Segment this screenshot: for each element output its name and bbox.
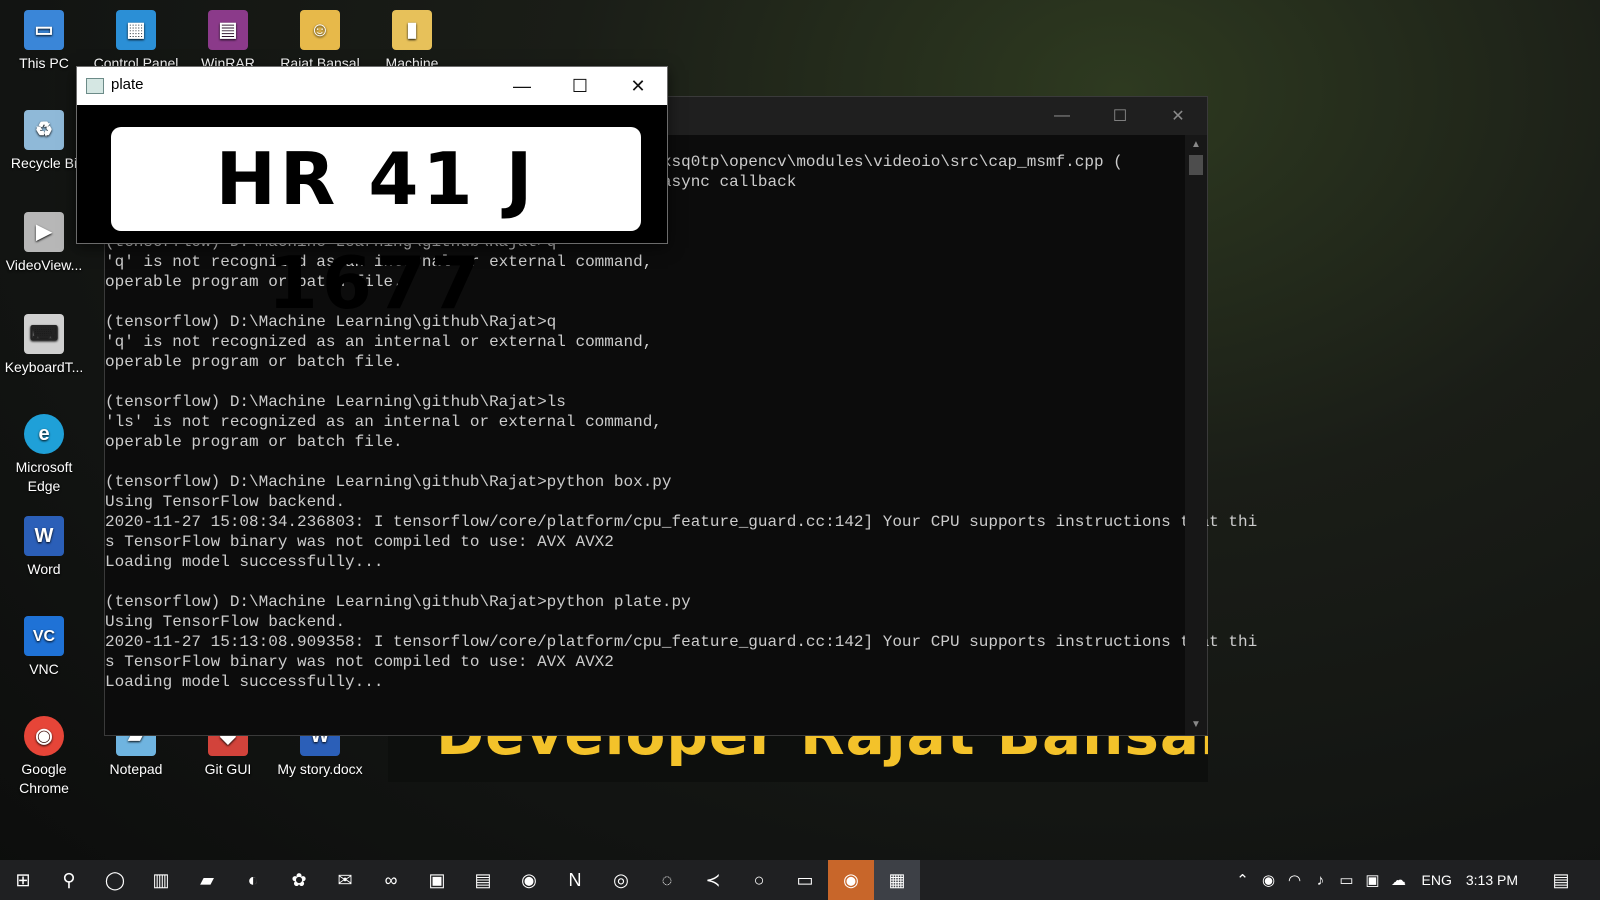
search-icon[interactable]: ⚲ [46,860,92,900]
system-tray: ⌃ ◉ ◠ ♪ ▭ ▣ ☁ ENG 3:13 PM ▤ [1230,860,1600,900]
onenote-icon[interactable]: N [552,860,598,900]
console-scrollbar[interactable]: ▲ ▼ [1185,135,1207,735]
task-view-icon[interactable]: ▥ [138,860,184,900]
video-viewer-icon: ▶ [24,212,64,252]
desktop-icon-winrar[interactable]: ▤ WinRAR [184,10,272,73]
plate-titlebar[interactable]: plate — ☐ ✕ [77,67,667,105]
vscode-icon[interactable]: ≺ [690,860,736,900]
plate-window[interactable]: plate — ☐ ✕ HR 41 J 1677 [76,66,668,325]
clock[interactable]: 3:13 PM [1466,872,1518,888]
desktop-icon-label: VideoView... [5,257,83,273]
desktop-icon-label: Google Chrome [19,761,69,796]
plate-maximize-button[interactable]: ☐ [551,67,609,105]
desktop-icon-label: Notepad [109,761,163,777]
start-icon[interactable]: ⊞ [0,860,46,900]
obs-icon[interactable]: ◎ [598,860,644,900]
notifications-icon[interactable]: ▤ [1548,870,1574,891]
wifi-icon[interactable]: ◠ [1282,871,1308,889]
plate-minimize-button[interactable]: — [493,67,551,105]
user-folder-icon: ☺ [300,10,340,50]
scroll-thumb[interactable] [1189,155,1203,175]
chevron-up-icon[interactable]: ⌃ [1230,871,1256,889]
paint-icon[interactable]: ✿ [276,860,322,900]
desktop-icon-recycle-bin[interactable]: ♻ Recycle Bi [0,110,88,173]
desktop-icon-keyboard[interactable]: ⌨ KeyboardT... [0,314,88,377]
desktop-icon-machine[interactable]: ▮ Machine [368,10,456,73]
wallpaper-banner: Developer Rajat Bansal [388,730,1208,782]
vnc-icon: VC [24,616,64,656]
onedrive-icon[interactable]: ☁ [1386,871,1412,889]
control-panel-icon: ▦ [116,10,156,50]
edge-icon[interactable]: ◐ [230,860,276,900]
desktop-icon-chrome[interactable]: ◉ Google Chrome [0,716,88,798]
notepad-icon[interactable]: ▰ [184,860,230,900]
desktop-icon-rajat-bansal[interactable]: ☺ Rajat Bansal [276,10,364,73]
recycle-bin-icon: ♻ [24,110,64,150]
battery-icon[interactable]: ▭ [1334,871,1360,889]
recorder-tray-icon[interactable]: ◉ [1256,871,1282,889]
desktop-icon-label: Word [27,561,61,577]
desktop-icon-label: My story.docx [277,761,363,777]
desktop-icon-this-pc[interactable]: ▭ This PC [0,10,88,73]
winrar-icon: ▤ [208,10,248,50]
cortana-icon[interactable]: ◯ [92,860,138,900]
desktop-icon-label: This PC [19,55,69,71]
this-pc-icon: ▭ [24,10,64,50]
word-icon: W [24,516,64,556]
display-icon[interactable]: ▣ [1360,871,1386,889]
console-icon[interactable]: ▭ [782,860,828,900]
scroll-down-icon[interactable]: ▼ [1185,715,1207,735]
loader-icon[interactable]: ◌ [644,860,690,900]
plate-window-icon[interactable]: ▦ [874,860,920,900]
mail-icon[interactable]: ✉ [322,860,368,900]
desktop-icon-label: Microsoft Edge [15,459,73,494]
desktop-icon-label: Recycle Bi [10,155,78,171]
maximize-button[interactable]: ☐ [1091,97,1149,135]
desktop-icon-videoviewer[interactable]: ▶ VideoView... [0,212,88,275]
desktop-icon-label: Git GUI [204,761,252,777]
plate-window-title: plate [111,76,144,93]
arduino-icon[interactable]: ∞ [368,860,414,900]
desktop-icon-label: KeyboardT... [4,359,84,375]
plate-image: HR 41 J 1677 [77,105,667,325]
circle-app-icon[interactable]: ○ [736,860,782,900]
plate-close-button[interactable]: ✕ [609,67,667,105]
recorder-icon[interactable]: ◉ [828,860,874,900]
plate-text: HR 41 J 1677 [215,137,537,325]
scroll-up-icon[interactable]: ▲ [1185,135,1207,155]
chrome-icon: ◉ [24,716,64,756]
desktop-icon-word[interactable]: W Word [0,516,88,579]
language-indicator[interactable]: ENG [1422,872,1452,888]
volume-icon[interactable]: ♪ [1308,872,1334,889]
plate-window-icon [86,78,104,94]
close-button[interactable]: ✕ [1149,97,1207,135]
desktop: ▭ This PC ▦ Control Panel ▤ WinRAR ☺ Raj… [0,0,1600,860]
taskbar-items: ⊞ ⚲ ◯ ▥ ▰ ◐ ✿ ✉ ∞ ▣ ▤ ◉ N ◎ ◌ ≺ ○ ▭ ◉ ▦ [0,860,920,900]
pc-icon[interactable]: ▤ [460,860,506,900]
desktop-icon-label: VNC [29,661,59,677]
chrome-icon[interactable]: ◉ [506,860,552,900]
desktop-icon-control-panel[interactable]: ▦ Control Panel [92,10,180,73]
minimize-button[interactable]: — [1033,97,1091,135]
license-plate: HR 41 J 1677 [111,127,641,325]
edge-icon: e [24,414,64,454]
desktop-icon-vnc[interactable]: VC VNC [0,616,88,679]
taskbar: ⊞ ⚲ ◯ ▥ ▰ ◐ ✿ ✉ ∞ ▣ ▤ ◉ N ◎ ◌ ≺ ○ ▭ ◉ ▦ ⌃ ◉ ◠ ♪ ▭ ▣ ☁ ENG 3… [0,860,1600,900]
folder-icon: ▮ [392,10,432,50]
keyboard-icon: ⌨ [24,314,64,354]
store-icon[interactable]: ▣ [414,860,460,900]
desktop-icon-edge[interactable]: e Microsoft Edge [0,414,88,496]
